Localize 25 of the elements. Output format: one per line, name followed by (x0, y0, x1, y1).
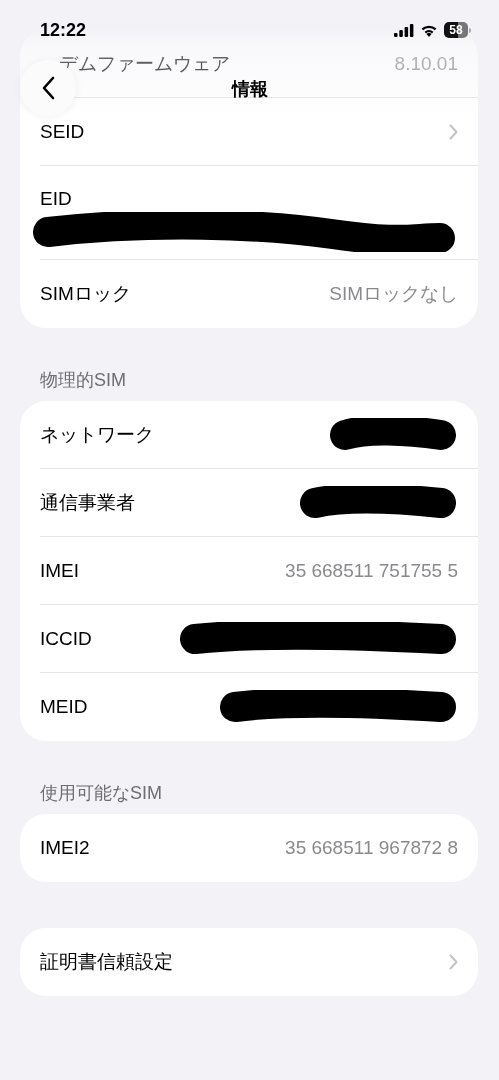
section-header: 使用可能なSIM (40, 783, 162, 803)
back-chevron-icon (41, 76, 55, 100)
row-value: 8.10.01 (394, 52, 458, 75)
signal-icon (394, 23, 414, 37)
row-label: MEID (40, 696, 88, 718)
row-label: 証明書信頼設定 (40, 950, 173, 974)
row-value: 35 668511 967872 8 (285, 837, 458, 859)
section-header: 物理的SIM (40, 370, 126, 390)
row-label: SIMロック (40, 282, 131, 306)
settings-row[interactable]: 証明書信頼設定 (40, 928, 478, 996)
row-label: IMEI2 (40, 837, 90, 859)
row-label: 通信事業者 (40, 490, 135, 515)
row-value: SIMロックなし (329, 282, 458, 306)
row-label: ICCID (40, 627, 92, 650)
row-label: ネットワーク (40, 422, 154, 447)
chevron-right-icon (449, 954, 458, 970)
page-title: 情報 (231, 78, 268, 101)
battery-icon: 58 (444, 22, 471, 38)
chevron-right-icon (449, 123, 458, 140)
row-value: 35 668511 751755 5 (285, 559, 458, 582)
status-time: 12:22 (40, 19, 87, 42)
row-label: SEID (40, 120, 85, 143)
row-label: EID (40, 188, 73, 210)
row-label: IMEI (40, 559, 80, 582)
wifi-icon (420, 23, 438, 37)
